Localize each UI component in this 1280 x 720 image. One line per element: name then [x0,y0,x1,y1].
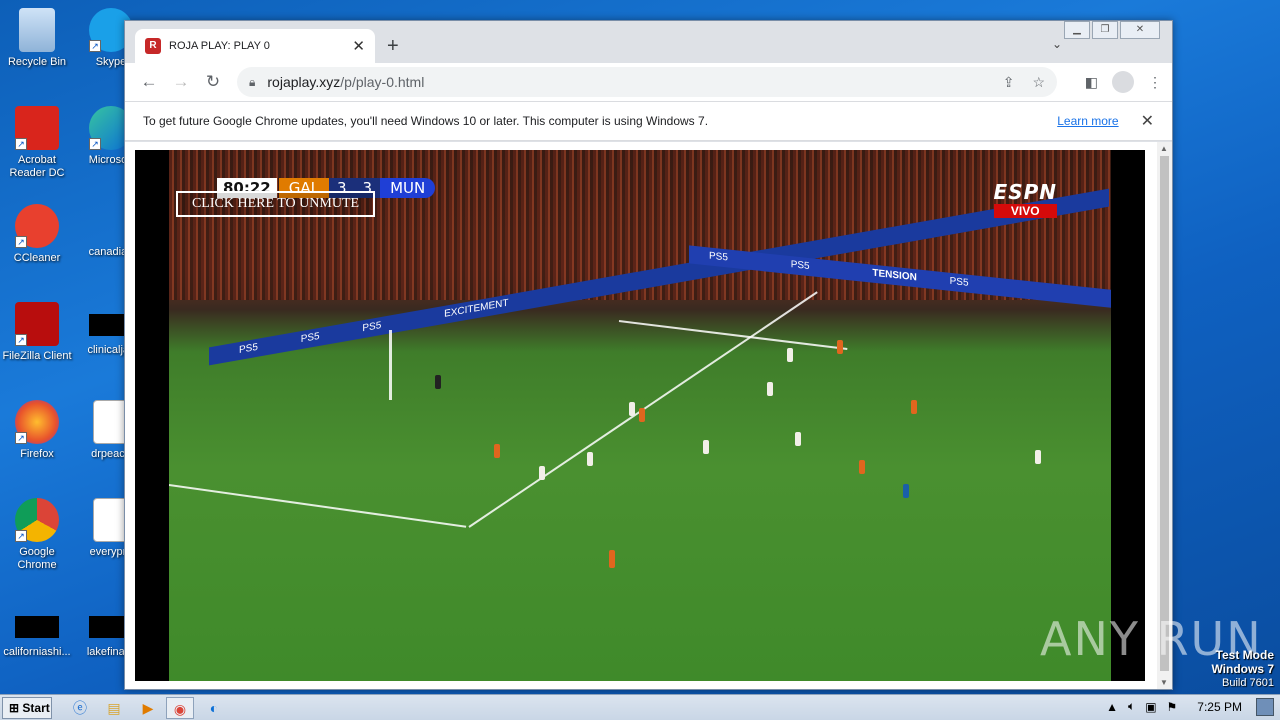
player-figure [609,550,615,568]
desktop-icon-ccleaner[interactable]: ↗ CCleaner [0,204,74,265]
player-figure [587,452,593,466]
taskbar-chrome-icon[interactable]: ◉ [166,697,194,719]
close-window-button[interactable]: ✕ [1120,21,1160,39]
taskbar-media-player-icon[interactable]: ▶ [134,697,162,719]
player-figure [795,432,801,446]
menu-kebab-icon[interactable]: ⋮ [1148,74,1162,91]
desktop-icon-firefox[interactable]: ↗ Firefox [0,400,74,461]
action-center-flag-icon[interactable]: ⚑ [1167,700,1178,714]
restore-button[interactable]: ❐ [1092,21,1118,39]
tab-title: ROJA PLAY: PLAY 0 [169,40,270,52]
desktop-icon-label: californiashi... [3,646,71,658]
player-figure [435,375,441,389]
file-icon [15,616,59,638]
reload-button[interactable]: ↻ [197,72,229,92]
network-icon[interactable]: ▣ [1145,700,1156,714]
tab-roja-play[interactable]: R ROJA PLAY: PLAY 0 ✕ [135,29,375,63]
player-figure [494,444,500,458]
minimize-button[interactable]: ▁ [1064,21,1090,39]
player-figure [787,348,793,362]
broadcaster-name: ESPN [993,180,1057,204]
player-figure [911,400,917,414]
player-figure [767,382,773,396]
unmute-button[interactable]: CLICK HERE TO UNMUTE [176,191,375,217]
video-player[interactable]: PS5 PS5 PS5 EXCITEMENT PS5 PS5 TENSION P… [135,150,1145,681]
tab-search-chevron-icon[interactable]: ⌄ [1052,37,1062,51]
url-text[interactable]: rojaplay.xyz/p/play-0.html [267,74,984,90]
firefox-icon: ↗ [15,400,59,444]
window-controls: ▁ ❐ ✕ [1062,21,1160,39]
taskbar-explorer-icon[interactable]: ▤ [100,697,128,719]
player-figure [1035,450,1041,464]
pitch-line [169,484,467,528]
taskbar-ie-icon[interactable]: ⓔ [66,697,94,719]
update-infobar: To get future Google Chrome updates, you… [125,101,1172,141]
espn-logo: ESPN VIVO [993,180,1057,218]
volume-icon[interactable]: 🔈︎ [1128,699,1135,714]
show-desktop-button[interactable] [1256,698,1274,716]
player-figure [837,340,843,354]
desktop-icon-label: Firefox [20,448,54,460]
player-figure [903,484,909,498]
desktop-icon-recycle-bin[interactable]: Recycle Bin [0,8,74,69]
test-mode-label: Test Mode Windows 7 Build 7601 [1211,648,1274,689]
forward-button[interactable]: → [165,72,197,92]
desktop-icon-label: Google Chrome [17,546,57,571]
live-badge: VIVO [993,204,1057,218]
player-figure [703,440,709,454]
toolbar-right: ◧ ⋮ [1071,71,1162,93]
player-figure [639,408,645,422]
pitch-line [389,330,392,400]
start-button[interactable]: ⊞ Start [2,697,52,719]
back-button[interactable]: ← [133,72,165,92]
filezilla-icon: ↗ [15,302,59,346]
close-tab-icon[interactable]: ✕ [352,37,365,55]
video-frame: PS5 PS5 PS5 EXCITEMENT PS5 PS5 TENSION P… [169,150,1111,681]
chrome-icon: ↗ [15,498,59,542]
learn-more-link[interactable]: Learn more [1057,114,1118,128]
acrobat-icon: ↗ [15,106,59,150]
bookmark-star-icon[interactable]: ☆ [1032,74,1045,91]
player-figure [859,460,865,474]
desktop-icon-chrome[interactable]: ↗ Google Chrome [0,498,74,572]
new-tab-button[interactable]: + [387,35,399,58]
scroll-down-icon[interactable]: ▼ [1160,678,1168,687]
desktop-icon-acrobat[interactable]: ↗ Acrobat Reader DC [0,106,74,180]
infobar-message: To get future Google Chrome updates, you… [143,114,709,128]
ccleaner-icon: ↗ [15,204,59,248]
browser-toolbar: ← → ↻ 🔒︎ rojaplay.xyz/p/play-0.html ⇪ ☆ … [125,63,1172,101]
pitch-line [618,320,848,351]
page-content: PS5 PS5 PS5 EXCITEMENT PS5 PS5 TENSION P… [125,142,1158,689]
scrollbar-thumb[interactable] [1160,156,1169,671]
desktop-icon-label: FileZilla Client [2,350,72,362]
close-infobar-icon[interactable]: ✕ [1141,111,1154,131]
scroll-up-icon[interactable]: ▲ [1160,144,1168,153]
side-panel-icon[interactable]: ◧ [1085,74,1098,91]
desktop-icon-filezilla[interactable]: ↗ FileZilla Client [0,302,74,363]
taskbar: ⊞ Start ⓔ ▤ ▶ ◉ ◐ ▲ 🔈︎ ▣ ⚑ 7:25 PM [0,694,1280,720]
system-tray: ▲ 🔈︎ ▣ ⚑ 7:25 PM [1096,699,1242,714]
desktop-icon-label: Acrobat Reader DC [9,154,65,179]
desktop-icon-californiashi[interactable]: californiashi... [0,608,74,659]
share-icon[interactable]: ⇪ [1003,74,1015,91]
desktop-icon-label: Recycle Bin [7,56,67,68]
tab-strip: R ROJA PLAY: PLAY 0 ✕ + ⌄ ▁ ❐ ✕ [125,21,1172,63]
profile-avatar-icon[interactable] [1112,71,1134,93]
tray-expand-icon[interactable]: ▲ [1106,700,1118,714]
desktop-icon-label: Skype [95,56,127,68]
recycle-bin-icon [19,8,55,52]
player-figure [539,466,545,480]
windows-logo-icon: ⊞ [9,701,20,715]
address-bar[interactable]: 🔒︎ rojaplay.xyz/p/play-0.html ⇪ ☆ [237,67,1057,97]
chrome-window: R ROJA PLAY: PLAY 0 ✕ + ⌄ ▁ ❐ ✕ ← → ↻ 🔒︎… [124,20,1173,690]
lock-icon[interactable]: 🔒︎ [249,75,255,90]
player-figure [629,402,635,416]
roja-favicon-icon: R [145,38,161,54]
away-team: MUN [380,178,436,198]
taskbar-edge-icon[interactable]: ◐ [200,697,228,719]
desktop-icon-label: CCleaner [13,252,61,264]
taskbar-clock[interactable]: 7:25 PM [1197,700,1242,714]
page-scrollbar[interactable]: ▲ ▼ [1157,142,1172,689]
